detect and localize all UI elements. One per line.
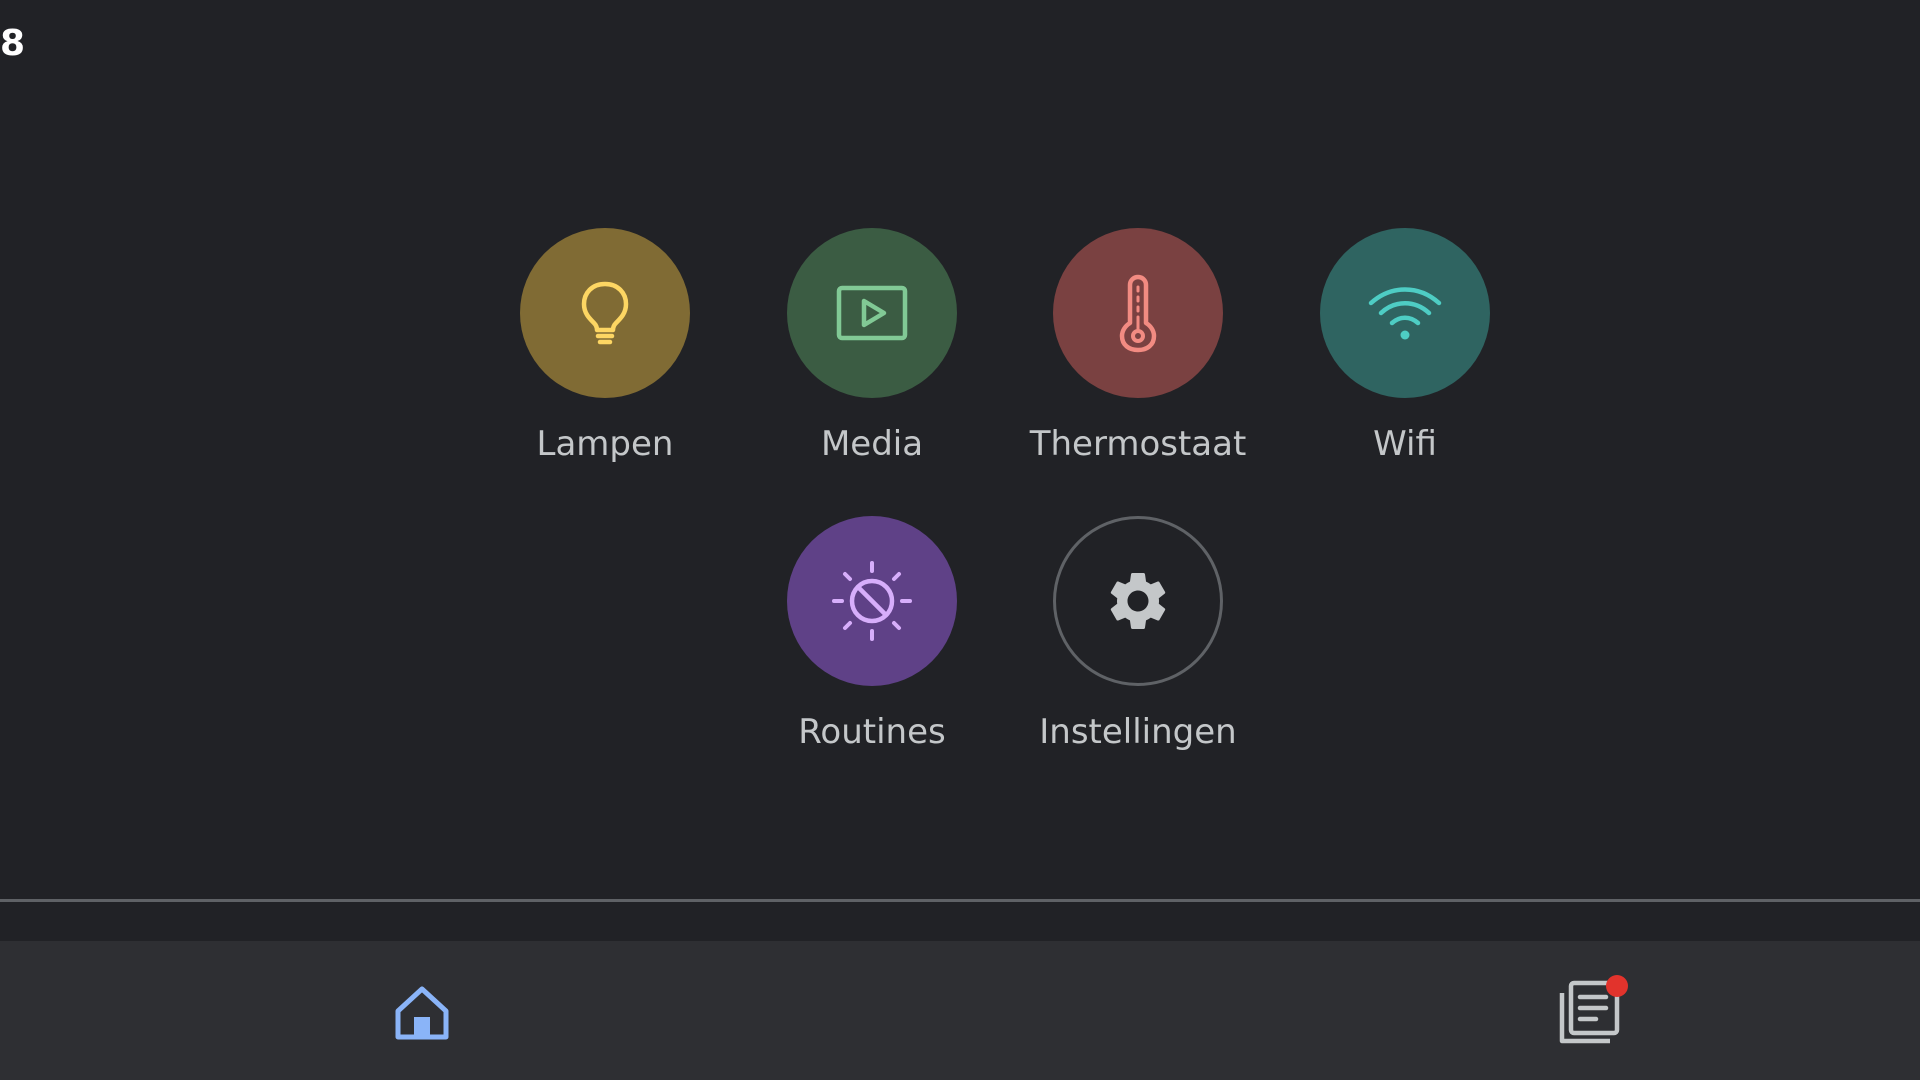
status-text: 8 [0,23,26,64]
tile-thermostaat-label: Thermostaat [1029,424,1247,464]
tile-lampen-circle[interactable] [520,228,690,398]
tile-wifi[interactable]: Wifi [1260,228,1550,468]
tile-thermostaat[interactable]: Thermostaat [993,228,1283,468]
tile-routines[interactable]: Routines [727,516,1017,756]
routines-sun-moon-icon [832,561,912,641]
notification-badge [1606,975,1628,997]
tile-instellingen-label: Instellingen [1039,712,1237,752]
thermometer-icon [1119,274,1157,353]
tile-wifi-circle[interactable] [1320,228,1490,398]
lightbulb-icon [581,281,629,345]
gear-icon [1110,573,1166,629]
tile-thermostaat-circle[interactable] [1053,228,1223,398]
tile-instellingen[interactable]: Instellingen [993,516,1283,756]
home-icon [395,986,449,1040]
wifi-icon [1368,287,1442,340]
bottom-nav [0,941,1920,1080]
play-screen-icon [836,285,908,341]
tile-lampen[interactable]: Lampen [460,228,750,468]
tile-media[interactable]: Media [727,228,1017,468]
tile-routines-label: Routines [798,712,946,752]
nav-home-button[interactable] [392,983,452,1043]
divider [0,899,1920,902]
tile-wifi-label: Wifi [1373,424,1437,464]
tile-routines-circle[interactable] [787,516,957,686]
tile-instellingen-circle[interactable] [1053,516,1223,686]
tile-lampen-label: Lampen [536,424,674,464]
home-screen: 8 Lampen Media Thermostaat Wifi Routines… [0,0,1920,1080]
nav-feed-button[interactable] [1556,975,1628,1047]
tile-media-label: Media [820,424,924,464]
tile-media-circle[interactable] [787,228,957,398]
